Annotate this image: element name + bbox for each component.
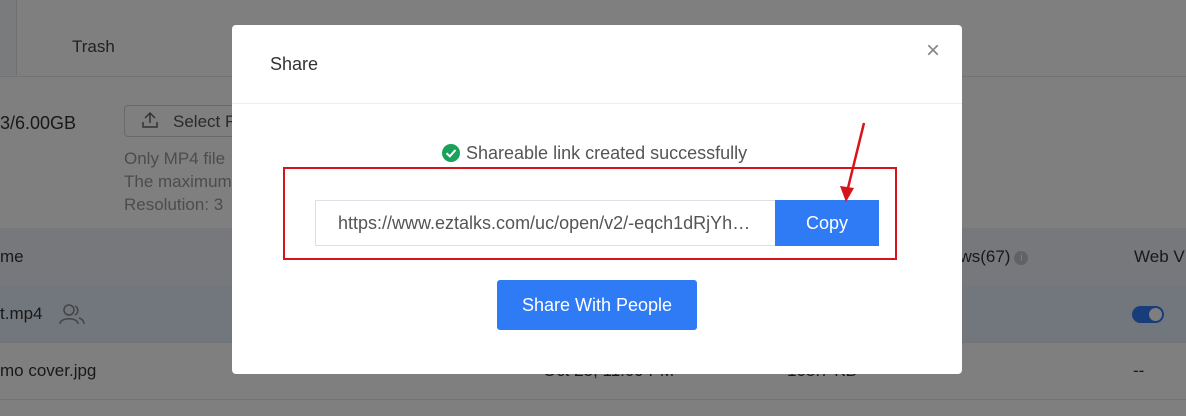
share-link-input[interactable] (315, 200, 775, 246)
success-message: Shareable link created successfully (442, 143, 747, 164)
dialog-header: Share × (232, 25, 962, 104)
dialog-title: Share (270, 54, 319, 74)
annotation-arrow-icon (840, 122, 866, 202)
close-icon[interactable]: × (926, 39, 944, 63)
success-text: Shareable link created successfully (466, 143, 748, 163)
check-circle-icon (442, 144, 460, 162)
share-with-people-button[interactable]: Share With People (497, 280, 697, 330)
